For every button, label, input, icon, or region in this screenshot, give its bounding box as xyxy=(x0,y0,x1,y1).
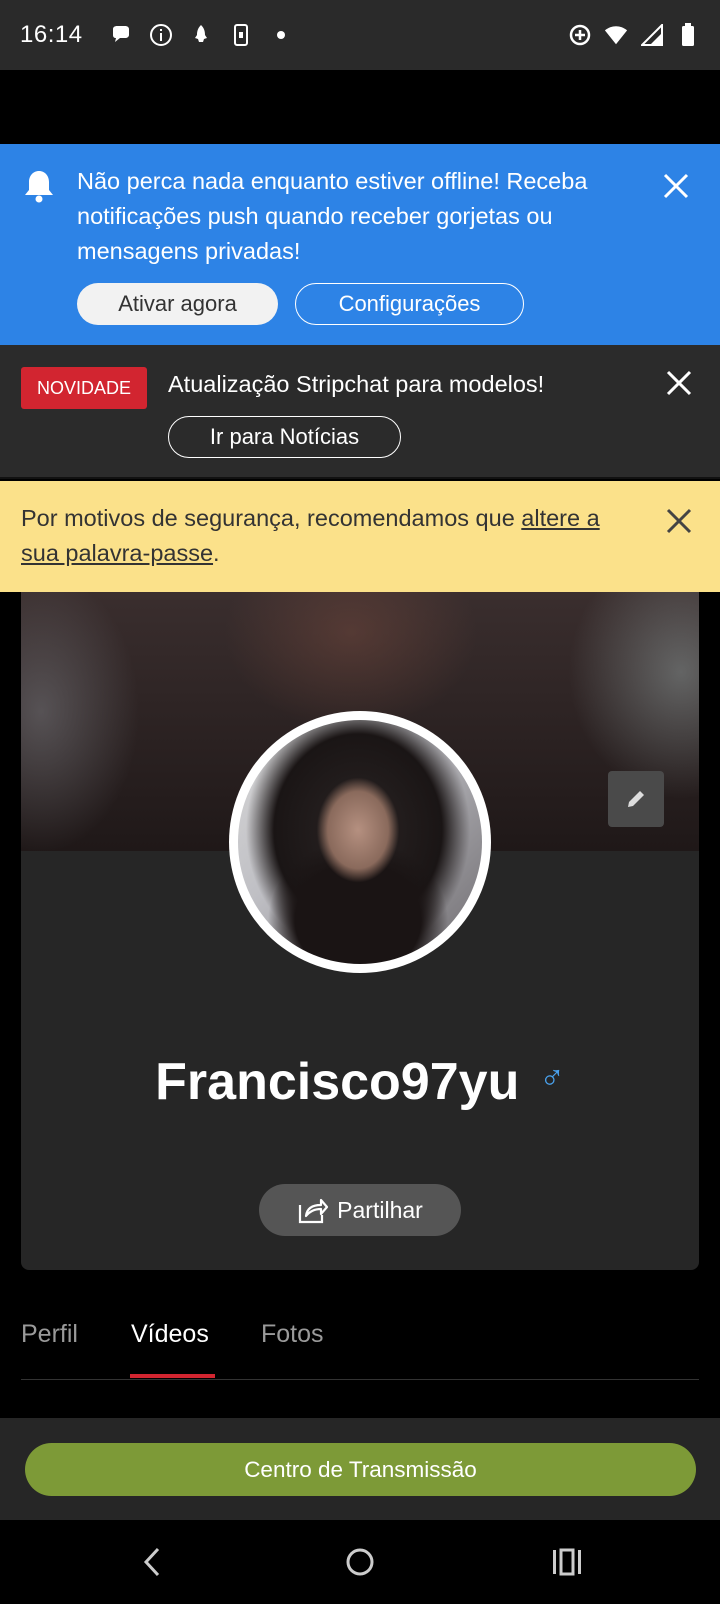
close-push-banner-icon[interactable] xyxy=(662,172,690,200)
tab-videos[interactable]: Vídeos xyxy=(131,1320,209,1349)
dot-icon xyxy=(269,23,293,47)
share-icon xyxy=(299,1198,329,1224)
back-icon[interactable] xyxy=(132,1542,172,1582)
profile-tabs: Perfil Vídeos Fotos xyxy=(21,1290,699,1380)
profile-username: Francisco97yu ♂ xyxy=(21,1052,699,1112)
settings-button[interactable]: Configurações xyxy=(295,283,524,325)
tab-photos[interactable]: Fotos xyxy=(261,1320,324,1349)
status-time: 16:14 xyxy=(20,21,83,48)
security-text-end: . xyxy=(213,540,220,566)
phone-icon xyxy=(229,23,253,47)
security-message: Por motivos de segurança, recomendamos q… xyxy=(21,501,641,571)
profile-card: Francisco97yu ♂ Partilhar xyxy=(21,592,699,1270)
pencil-icon xyxy=(628,791,644,807)
avatar[interactable] xyxy=(229,711,491,973)
chat-bubble-icon xyxy=(109,23,133,47)
app-header-spacer xyxy=(0,70,720,144)
signal-icon xyxy=(640,23,664,47)
edit-cover-button[interactable] xyxy=(608,771,664,827)
battery-icon xyxy=(676,23,700,47)
tab-profile[interactable]: Perfil xyxy=(21,1320,78,1349)
avatar-photo xyxy=(238,720,482,964)
news-banner: NOVIDADE Atualização Stripchat para mode… xyxy=(0,345,720,479)
wifi-icon xyxy=(604,23,628,47)
rocket-icon xyxy=(189,23,213,47)
share-label: Partilhar xyxy=(337,1196,423,1223)
status-bar: 16:14 xyxy=(0,0,720,70)
system-navigation-bar xyxy=(0,1520,720,1604)
male-gender-icon: ♂ xyxy=(539,1059,565,1097)
active-tab-indicator xyxy=(130,1374,215,1378)
broadcast-center-button[interactable]: Centro de Transmissão xyxy=(25,1443,696,1496)
new-badge: NOVIDADE xyxy=(21,367,147,409)
security-banner: Por motivos de segurança, recomendamos q… xyxy=(0,481,720,592)
info-icon xyxy=(149,23,173,47)
push-banner-message: Não perca nada enquanto estiver offline!… xyxy=(77,168,588,264)
go-to-news-button[interactable]: Ir para Notícias xyxy=(168,416,401,458)
username-text: Francisco97yu xyxy=(155,1053,520,1111)
close-news-banner-icon[interactable] xyxy=(665,369,693,397)
bottom-action-bar: Centro de Transmissão xyxy=(0,1418,720,1520)
data-saver-icon xyxy=(568,23,592,47)
close-security-banner-icon[interactable] xyxy=(665,507,693,535)
share-button[interactable]: Partilhar xyxy=(259,1184,461,1236)
security-text: Por motivos de segurança, recomendamos q… xyxy=(21,505,522,531)
news-title: Atualização Stripchat para modelos! xyxy=(168,371,545,397)
recent-apps-icon[interactable] xyxy=(547,1542,587,1582)
bell-icon xyxy=(22,168,56,204)
home-icon[interactable] xyxy=(340,1542,380,1582)
activate-now-button[interactable]: Ativar agora xyxy=(77,283,278,325)
